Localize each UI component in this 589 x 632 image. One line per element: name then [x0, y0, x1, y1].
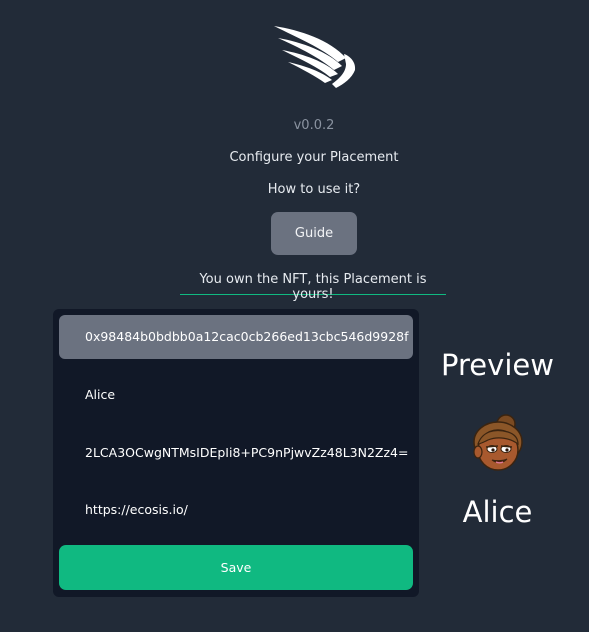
image-data-value: 2LCA3OCwgNTMsIDEpIi8+PC9nPjwvZz48L3N2Zz4… [85, 445, 409, 460]
image-data-field[interactable]: 2LCA3OCwgNTMsIDEpIi8+PC9nPjwvZz48L3N2Zz4… [59, 431, 413, 475]
how-to-text: How to use it? [267, 182, 361, 197]
address-field[interactable]: 0x98484b0bdbb0a12cac0cb266ed13cbc546d992… [59, 315, 413, 359]
alice-avatar-icon [470, 414, 526, 476]
ownership-message: You own the NFT, this Placement is yours… [180, 270, 446, 302]
placement-form: 0x98484b0bdbb0a12cac0cb266ed13cbc546d992… [53, 309, 419, 597]
save-button[interactable]: Save [59, 545, 413, 590]
address-value: 0x98484b0bdbb0a12cac0cb266ed13cbc546d992… [85, 329, 409, 344]
guide-button[interactable]: Guide [271, 212, 357, 255]
wing-logo-icon [270, 24, 360, 94]
name-value: Alice [85, 387, 116, 402]
preview-title: Preview [441, 348, 554, 382]
url-field[interactable]: https://ecosis.io/ [59, 488, 413, 532]
configure-heading: Configure your Placement [229, 150, 399, 165]
version-label: v0.0.2 [293, 118, 335, 133]
name-field[interactable]: Alice [59, 373, 413, 417]
preview-name: Alice [462, 495, 533, 529]
url-value: https://ecosis.io/ [85, 502, 188, 517]
